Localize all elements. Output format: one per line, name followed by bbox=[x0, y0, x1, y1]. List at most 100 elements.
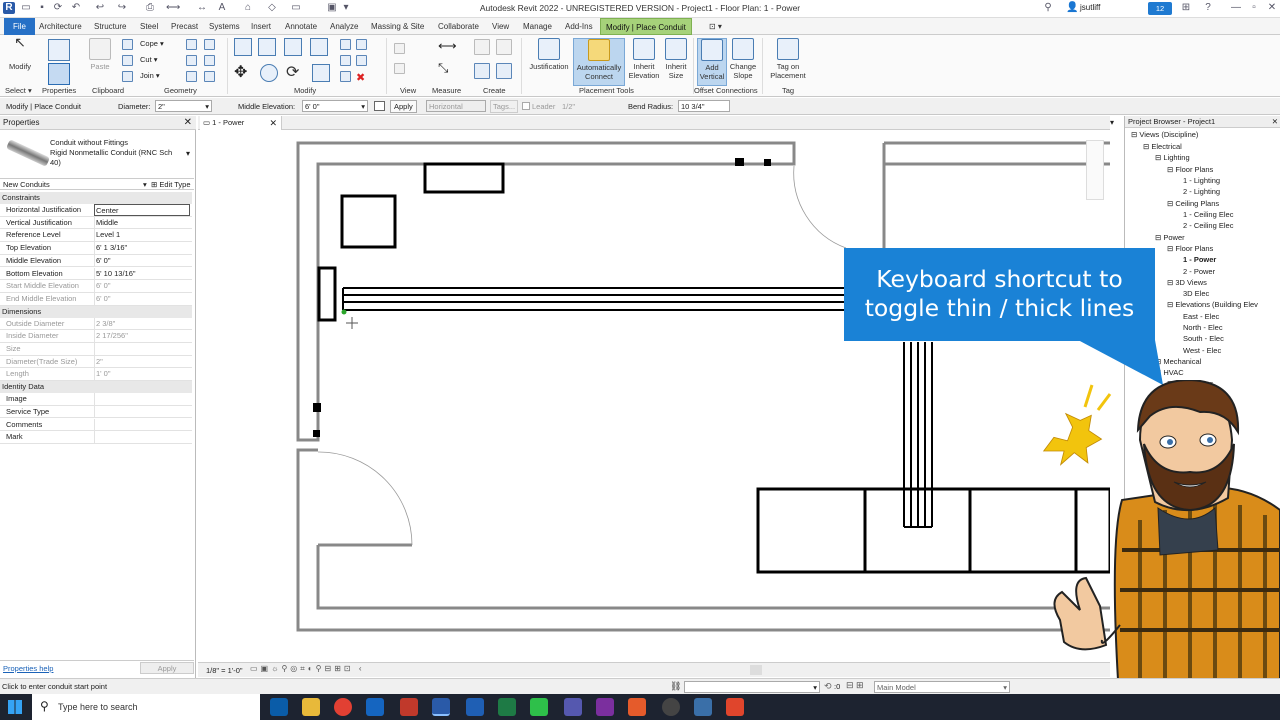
property-value[interactable]: 2 3/8" bbox=[94, 317, 190, 330]
tab-add-ins[interactable]: Add-Ins bbox=[560, 18, 598, 35]
bend-radius-input[interactable]: 10 3/4" bbox=[678, 100, 730, 112]
horizontal-select[interactable]: Horizontal bbox=[426, 100, 486, 112]
browser-node[interactable]: ⊟ Floor Plans bbox=[1167, 244, 1213, 253]
properties-help-link[interactable]: Properties help bbox=[3, 664, 53, 673]
property-value[interactable]: 6' 0" bbox=[94, 280, 190, 293]
worksharing-icon[interactable]: ⛓ bbox=[670, 681, 681, 692]
property-value[interactable]: Center bbox=[94, 204, 190, 216]
view-tool-2-icon[interactable] bbox=[394, 63, 405, 74]
navigation-bar[interactable] bbox=[1086, 140, 1104, 200]
create-group-icon[interactable] bbox=[496, 39, 512, 55]
middle-elevation-input[interactable]: 6' 0" ▾ bbox=[302, 100, 368, 112]
camtasia-icon[interactable] bbox=[530, 698, 548, 716]
browser-node[interactable]: 2 - Power bbox=[1183, 267, 1215, 276]
maximize-icon[interactable]: ▫ bbox=[1248, 2, 1260, 14]
inherit-elevation-button[interactable]: Inherit Elevation bbox=[627, 38, 661, 86]
browser-node[interactable]: 2 - Ceiling Elec bbox=[1183, 221, 1233, 230]
notification-badge[interactable]: 12 bbox=[1148, 2, 1172, 15]
tab-structure[interactable]: Structure bbox=[89, 18, 131, 35]
tab-massing-site[interactable]: Massing & Site bbox=[366, 18, 429, 35]
section-dimensions[interactable]: Dimensions bbox=[0, 305, 192, 318]
pin-icon[interactable] bbox=[340, 71, 351, 82]
browser-node[interactable]: ⊟ Power bbox=[1155, 233, 1185, 242]
tab-view[interactable]: View bbox=[487, 18, 514, 35]
revit-icon[interactable] bbox=[432, 698, 450, 716]
browser-node[interactable]: 3D Elec bbox=[1183, 289, 1209, 298]
drawing-canvas[interactable] bbox=[198, 130, 1110, 662]
app-c-icon[interactable] bbox=[726, 698, 744, 716]
tab-insert[interactable]: Insert bbox=[246, 18, 276, 35]
mirror-draw-icon[interactable] bbox=[310, 38, 328, 56]
property-value[interactable]: 6' 0" bbox=[94, 254, 190, 267]
create-parts-icon[interactable] bbox=[474, 63, 490, 79]
apply-button[interactable]: Apply bbox=[390, 100, 417, 113]
cart-icon[interactable]: ⊞ bbox=[1180, 2, 1192, 14]
type-selector[interactable]: Conduit without Fittings Rigid Nonmetall… bbox=[50, 138, 172, 168]
tab-modify-place-conduit[interactable]: Modify | Place Conduit bbox=[600, 18, 692, 35]
view-scale[interactable]: 1/8" = 1'-0" bbox=[206, 666, 243, 675]
property-value[interactable]: 2" bbox=[94, 355, 190, 368]
browser-node[interactable]: 1 - Power bbox=[1183, 255, 1216, 264]
cut-button[interactable]: Cut ▾ bbox=[140, 55, 158, 64]
minimize-icon[interactable]: — bbox=[1230, 2, 1242, 14]
browser-node[interactable]: ⊟ Electrical bbox=[1143, 142, 1182, 151]
tab-menu-icon[interactable]: ▾ bbox=[1110, 118, 1114, 127]
browser-node[interactable]: North - Elec bbox=[1183, 323, 1223, 332]
dimension-icon[interactable]: ⤡ bbox=[438, 61, 460, 77]
copy-icon[interactable] bbox=[122, 55, 133, 66]
browser-node[interactable]: East - Elec bbox=[1183, 312, 1219, 321]
snagit-icon[interactable] bbox=[628, 698, 646, 716]
workset-select[interactable]: ▾ bbox=[684, 681, 820, 693]
instance-filter[interactable]: New Conduits ▾ ⊞ Edit Type bbox=[0, 178, 194, 190]
paste-button[interactable]: Paste bbox=[86, 38, 114, 86]
link-icon[interactable]: ⚲ bbox=[1042, 2, 1054, 14]
tags-button[interactable]: Tags... bbox=[490, 100, 519, 113]
geometry-tool-1-icon[interactable] bbox=[186, 39, 197, 50]
section-identity[interactable]: Identity Data bbox=[0, 381, 192, 394]
property-value[interactable]: 2 17/256" bbox=[94, 330, 190, 343]
user-icon[interactable]: 👤 bbox=[1066, 2, 1078, 14]
tab-precast[interactable]: Precast bbox=[166, 18, 203, 35]
browser-node[interactable]: ⊟ Floor Plans bbox=[1167, 165, 1213, 174]
rotate-icon[interactable]: ⟳ bbox=[286, 64, 304, 82]
property-value[interactable]: 1' 0" bbox=[94, 368, 190, 381]
match-type-icon[interactable] bbox=[122, 71, 133, 82]
tab-systems[interactable]: Systems bbox=[204, 18, 245, 35]
design-option-select[interactable]: Main Model ▾ bbox=[874, 681, 1010, 693]
geometry-tool-4-icon[interactable] bbox=[204, 55, 215, 66]
cope-button[interactable]: Cope ▾ bbox=[140, 39, 164, 48]
windows-start-icon[interactable] bbox=[8, 700, 22, 714]
delete-icon[interactable]: ✖ bbox=[356, 71, 365, 84]
properties-icon[interactable] bbox=[48, 63, 70, 85]
array-icon[interactable] bbox=[340, 55, 351, 66]
chrome-icon[interactable] bbox=[334, 698, 352, 716]
obs-icon[interactable] bbox=[662, 698, 680, 716]
contextual-tab-icon[interactable]: ⊡ ▾ bbox=[704, 18, 727, 35]
browser-node[interactable]: ⊟ 3D Views bbox=[1167, 278, 1207, 287]
browser-node[interactable]: South - Elec bbox=[1183, 334, 1224, 343]
property-value[interactable] bbox=[94, 418, 190, 431]
trim-icon[interactable] bbox=[312, 64, 330, 82]
property-value[interactable] bbox=[94, 431, 190, 444]
browser-node[interactable]: 2 - Lighting bbox=[1183, 187, 1220, 196]
property-value[interactable]: Middle bbox=[94, 216, 190, 229]
tab-steel[interactable]: Steel bbox=[135, 18, 163, 35]
edge-icon[interactable] bbox=[270, 698, 288, 716]
align-icon[interactable] bbox=[234, 38, 252, 56]
browser-node[interactable]: ⊟ Views (Discipline) bbox=[1131, 130, 1198, 139]
inherit-size-button[interactable]: Inherit Size bbox=[662, 38, 690, 86]
browser-node[interactable]: 1 - Lighting bbox=[1183, 176, 1220, 185]
browser-node[interactable]: ⊟ Lighting bbox=[1155, 153, 1190, 162]
tab-manage[interactable]: Manage bbox=[518, 18, 557, 35]
section-constraints[interactable]: Constraints bbox=[0, 192, 192, 204]
browser-node[interactable]: ⊟ Elevations (Building Elev bbox=[1167, 300, 1258, 309]
tab-analyze[interactable]: Analyze bbox=[325, 18, 363, 35]
property-value[interactable]: 5' 10 13/16" bbox=[94, 267, 190, 280]
tab-file[interactable]: File bbox=[4, 18, 35, 35]
browser-node[interactable]: ⊟ Ceiling Plans bbox=[1167, 199, 1219, 208]
teams-icon[interactable] bbox=[564, 698, 582, 716]
geometry-tool-3-icon[interactable] bbox=[186, 55, 197, 66]
close-icon[interactable]: ✕ bbox=[184, 116, 192, 130]
file-explorer-icon[interactable] bbox=[302, 698, 320, 716]
chevron-down-icon[interactable]: ▾ bbox=[186, 149, 190, 158]
